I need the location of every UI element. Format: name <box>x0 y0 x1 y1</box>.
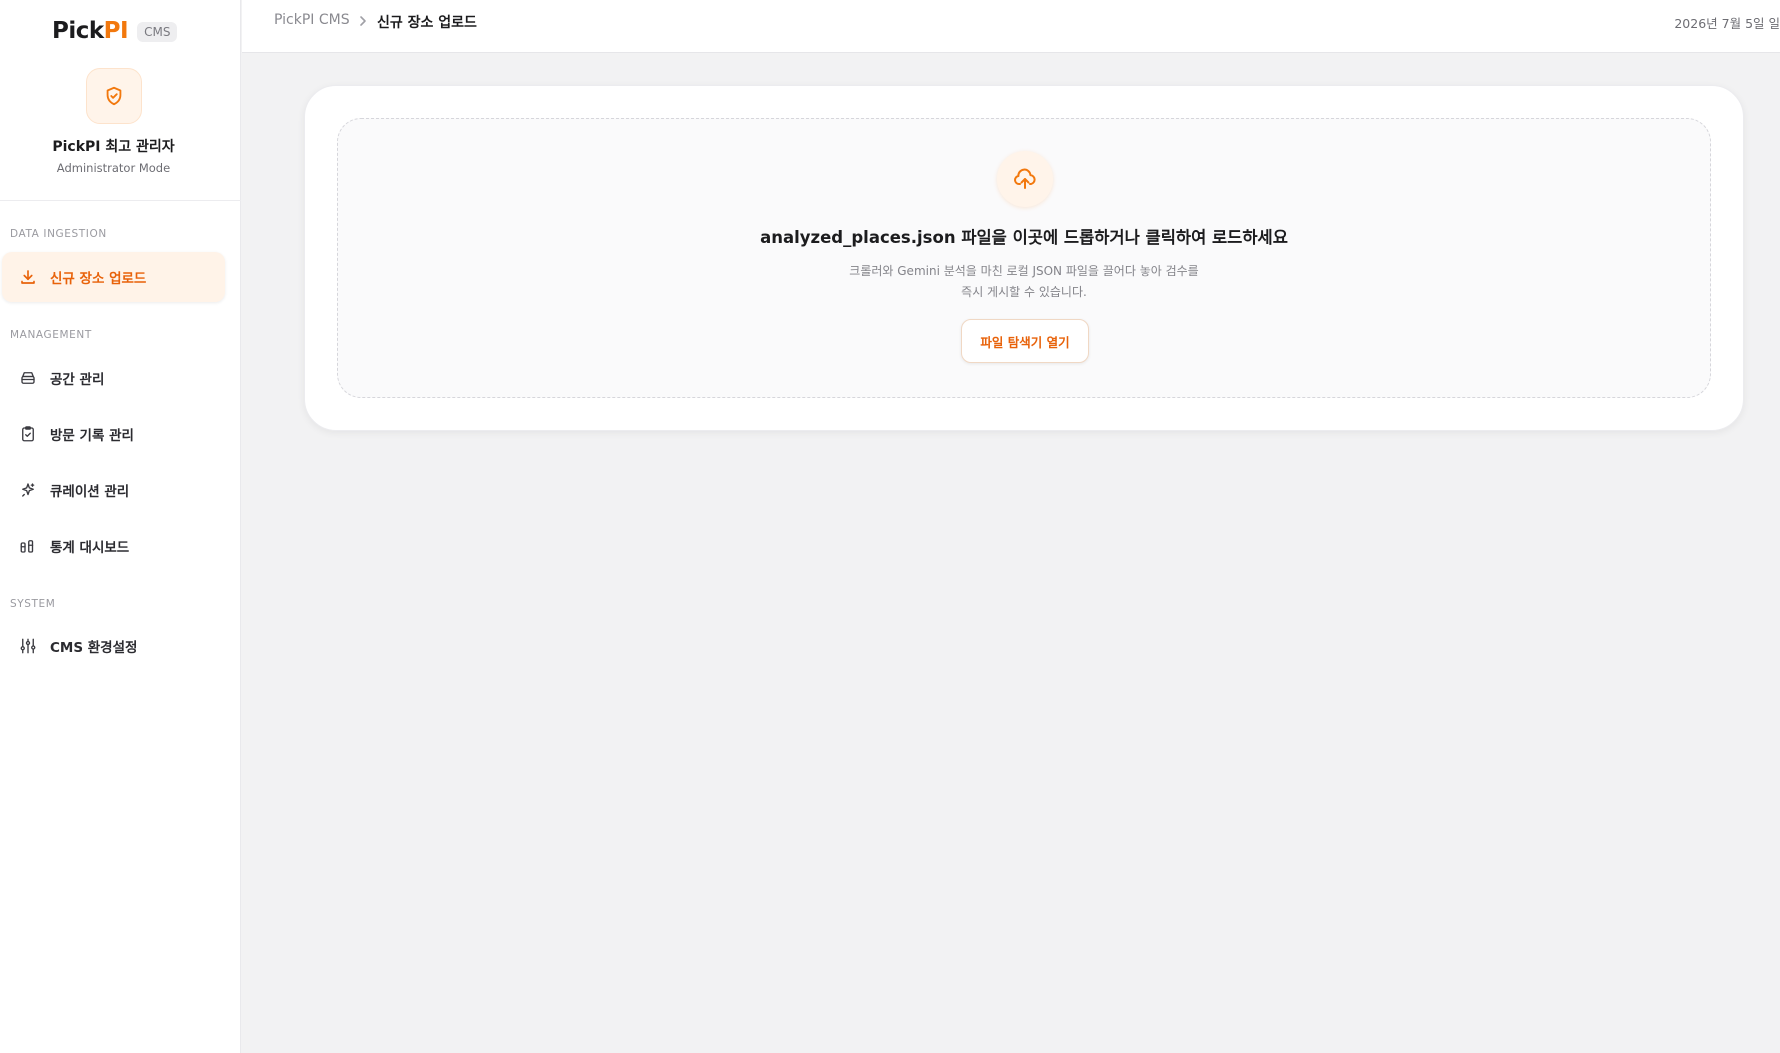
brand-name: PickPI <box>52 18 129 44</box>
shield-check-icon <box>106 86 122 106</box>
admin-avatar <box>86 68 142 124</box>
sidebar-item-label: CMS 환경설정 <box>50 640 138 656</box>
sidebar-item-label: 방문 기록 관리 <box>50 428 134 444</box>
sidebar-item-label: 큐레이션 관리 <box>50 484 130 500</box>
sidebar: PickPI CMS PickPI 최고 관리자 Administrator M… <box>0 0 241 1053</box>
chevron-right-icon <box>357 13 369 33</box>
clipboard-check-icon <box>18 424 38 444</box>
breadcrumb-root[interactable]: PickPI CMS <box>274 12 350 28</box>
breadcrumb-current: 신규 장소 업로드 <box>377 15 477 31</box>
brand-badge: CMS <box>137 22 178 42</box>
section-label-management: MANAGEMENT <box>10 329 92 341</box>
sidebar-item-curation[interactable]: 큐레이션 관리 <box>2 465 225 515</box>
sidebar-item-spaces[interactable]: 공간 관리 <box>2 353 225 403</box>
admin-mode: Administrator Mode <box>56 161 171 175</box>
dropzone-description: 크롤러와 Gemini 분석을 마친 로컬 JSON 파일을 끌어다 놓아 검수… <box>338 261 1710 303</box>
file-dropzone[interactable]: analyzed_places.json 파일을 이곳에 드롭하거나 클릭하여 … <box>337 118 1711 398</box>
sidebar-item-settings[interactable]: CMS 환경설정 <box>2 621 225 671</box>
sidebar-item-label: 신규 장소 업로드 <box>50 271 147 287</box>
sliders-icon <box>18 636 38 656</box>
section-label-data-ingestion: DATA INGESTION <box>10 228 107 240</box>
sidebar-item-label: 공간 관리 <box>50 372 105 388</box>
sidebar-item-label: 통계 대시보드 <box>50 540 130 556</box>
dropzone-description-line: 크롤러와 Gemini 분석을 마친 로컬 JSON 파일을 끌어다 놓아 검수… <box>849 264 1199 278</box>
sidebar-divider <box>0 200 241 201</box>
brand-logo[interactable]: PickPI CMS <box>52 18 178 44</box>
chart-bars-icon <box>18 536 38 556</box>
cloud-upload-icon <box>1014 168 1036 189</box>
sidebar-item-upload[interactable]: 신규 장소 업로드 <box>2 252 225 302</box>
sparkles-icon <box>18 480 38 500</box>
top-header: PickPI CMS 신규 장소 업로드 2026년 7월 5일 일 <box>242 0 1780 53</box>
sidebar-item-stats[interactable]: 통계 대시보드 <box>2 521 225 571</box>
download-icon <box>18 267 38 287</box>
dropzone-title: analyzed_places.json 파일을 이곳에 드롭하거나 클릭하여 … <box>760 228 1288 247</box>
open-file-explorer-button[interactable]: 파일 탐색기 열기 <box>961 319 1089 363</box>
layers-icon <box>18 368 38 388</box>
sidebar-item-visits[interactable]: 방문 기록 관리 <box>2 409 225 459</box>
upload-card: analyzed_places.json 파일을 이곳에 드롭하거나 클릭하여 … <box>304 85 1744 431</box>
header-date: 2026년 7월 5일 일 <box>1674 16 1780 31</box>
dropzone-description-line: 즉시 게시할 수 있습니다. <box>961 285 1087 299</box>
section-label-system: SYSTEM <box>10 598 56 610</box>
upload-icon-container <box>997 151 1053 207</box>
admin-name: PickPI 최고 관리자 <box>52 139 175 155</box>
